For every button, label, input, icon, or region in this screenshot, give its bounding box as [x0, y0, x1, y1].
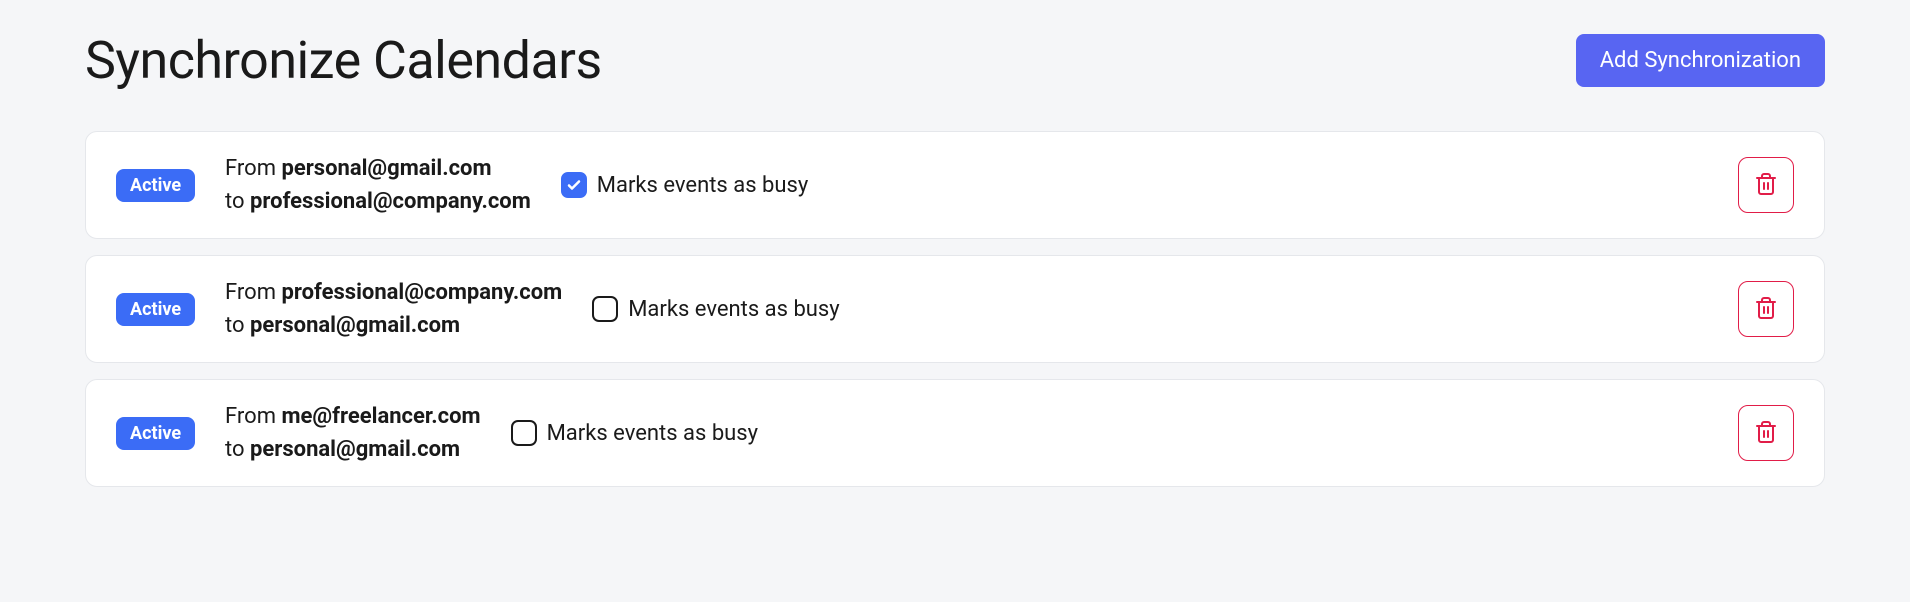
marks-busy-checkbox[interactable]	[511, 420, 537, 446]
from-line: From me@freelancer.com	[225, 400, 481, 433]
marks-busy-checkbox[interactable]	[592, 296, 618, 322]
marks-busy-label[interactable]: Marks events as busy	[628, 297, 839, 322]
status-badge: Active	[116, 417, 195, 450]
trash-icon	[1754, 420, 1778, 447]
to-line: to personal@gmail.com	[225, 433, 481, 466]
trash-icon	[1754, 172, 1778, 199]
trash-icon	[1754, 296, 1778, 323]
from-prefix: From	[225, 156, 281, 181]
marks-busy-field: Marks events as busy	[561, 172, 808, 198]
from-line: From personal@gmail.com	[225, 152, 531, 185]
marks-busy-label[interactable]: Marks events as busy	[597, 173, 808, 198]
page-header: Synchronize Calendars Add Synchronizatio…	[85, 30, 1825, 91]
from-prefix: From	[225, 404, 281, 429]
sync-route: From professional@company.com to persona…	[225, 276, 562, 342]
sync-row: Active From me@freelancer.com to persona…	[85, 379, 1825, 487]
to-prefix: to	[225, 437, 250, 462]
to-prefix: to	[225, 189, 250, 214]
from-email: personal@gmail.com	[281, 156, 491, 181]
to-line: to personal@gmail.com	[225, 309, 562, 342]
marks-busy-label[interactable]: Marks events as busy	[547, 421, 758, 446]
marks-busy-checkbox[interactable]	[561, 172, 587, 198]
sync-route: From personal@gmail.com to professional@…	[225, 152, 531, 218]
sync-route: From me@freelancer.com to personal@gmail…	[225, 400, 481, 466]
status-badge: Active	[116, 293, 195, 326]
delete-button[interactable]	[1738, 157, 1794, 213]
add-synchronization-button[interactable]: Add Synchronization	[1576, 34, 1825, 87]
sync-list: Active From personal@gmail.com to profes…	[85, 131, 1825, 487]
sync-row: Active From professional@company.com to …	[85, 255, 1825, 363]
from-email: me@freelancer.com	[281, 404, 480, 429]
to-prefix: to	[225, 313, 250, 338]
delete-button[interactable]	[1738, 281, 1794, 337]
to-email: personal@gmail.com	[250, 313, 460, 338]
page-title: Synchronize Calendars	[85, 30, 602, 91]
sync-row: Active From personal@gmail.com to profes…	[85, 131, 1825, 239]
marks-busy-field: Marks events as busy	[511, 420, 758, 446]
from-email: professional@company.com	[281, 280, 562, 305]
status-badge: Active	[116, 169, 195, 202]
delete-button[interactable]	[1738, 405, 1794, 461]
to-email: personal@gmail.com	[250, 437, 460, 462]
to-email: professional@company.com	[250, 189, 531, 214]
marks-busy-field: Marks events as busy	[592, 296, 839, 322]
from-line: From professional@company.com	[225, 276, 562, 309]
from-prefix: From	[225, 280, 281, 305]
to-line: to professional@company.com	[225, 185, 531, 218]
